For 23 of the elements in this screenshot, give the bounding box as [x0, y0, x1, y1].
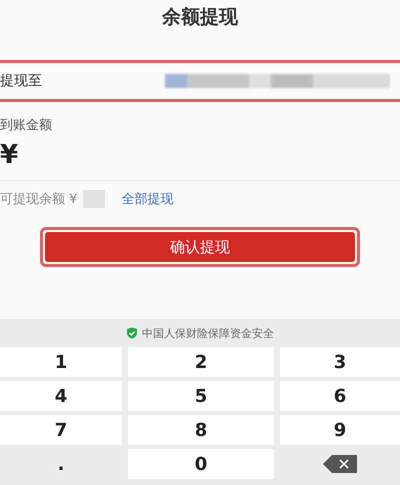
withdraw-all-link[interactable]: 全部提现: [121, 190, 174, 208]
digit-key[interactable]: 7: [0, 415, 122, 445]
blurred-balance: [83, 190, 106, 208]
confirm-button[interactable]: 确认提现: [45, 232, 355, 262]
security-text: 中国人保财险保障资金安全: [142, 326, 274, 340]
digit-key[interactable]: 0: [128, 449, 274, 479]
balance-label: 可提现余额 ¥: [0, 191, 78, 208]
amount-label: 到账金额: [0, 117, 53, 134]
digit-key[interactable]: 5: [128, 381, 274, 411]
digit-key[interactable]: 1: [0, 347, 122, 377]
digit-key[interactable]: 9: [280, 415, 400, 445]
page-title: 余额提现: [160, 5, 239, 30]
shield-icon: [126, 327, 138, 339]
withdraw-to-row[interactable]: 提现至: [0, 60, 400, 102]
digit-key[interactable]: 6: [280, 381, 400, 411]
dot-key[interactable]: .: [0, 449, 122, 479]
digit-key[interactable]: 2: [128, 347, 274, 377]
digit-key[interactable]: 3: [280, 347, 400, 377]
digit-key[interactable]: 8: [128, 415, 274, 445]
backspace-icon: [323, 455, 357, 473]
digit-key[interactable]: 4: [0, 381, 122, 411]
withdraw-to-label: 提现至: [0, 72, 42, 90]
amount-field[interactable]: ¥: [0, 140, 400, 170]
